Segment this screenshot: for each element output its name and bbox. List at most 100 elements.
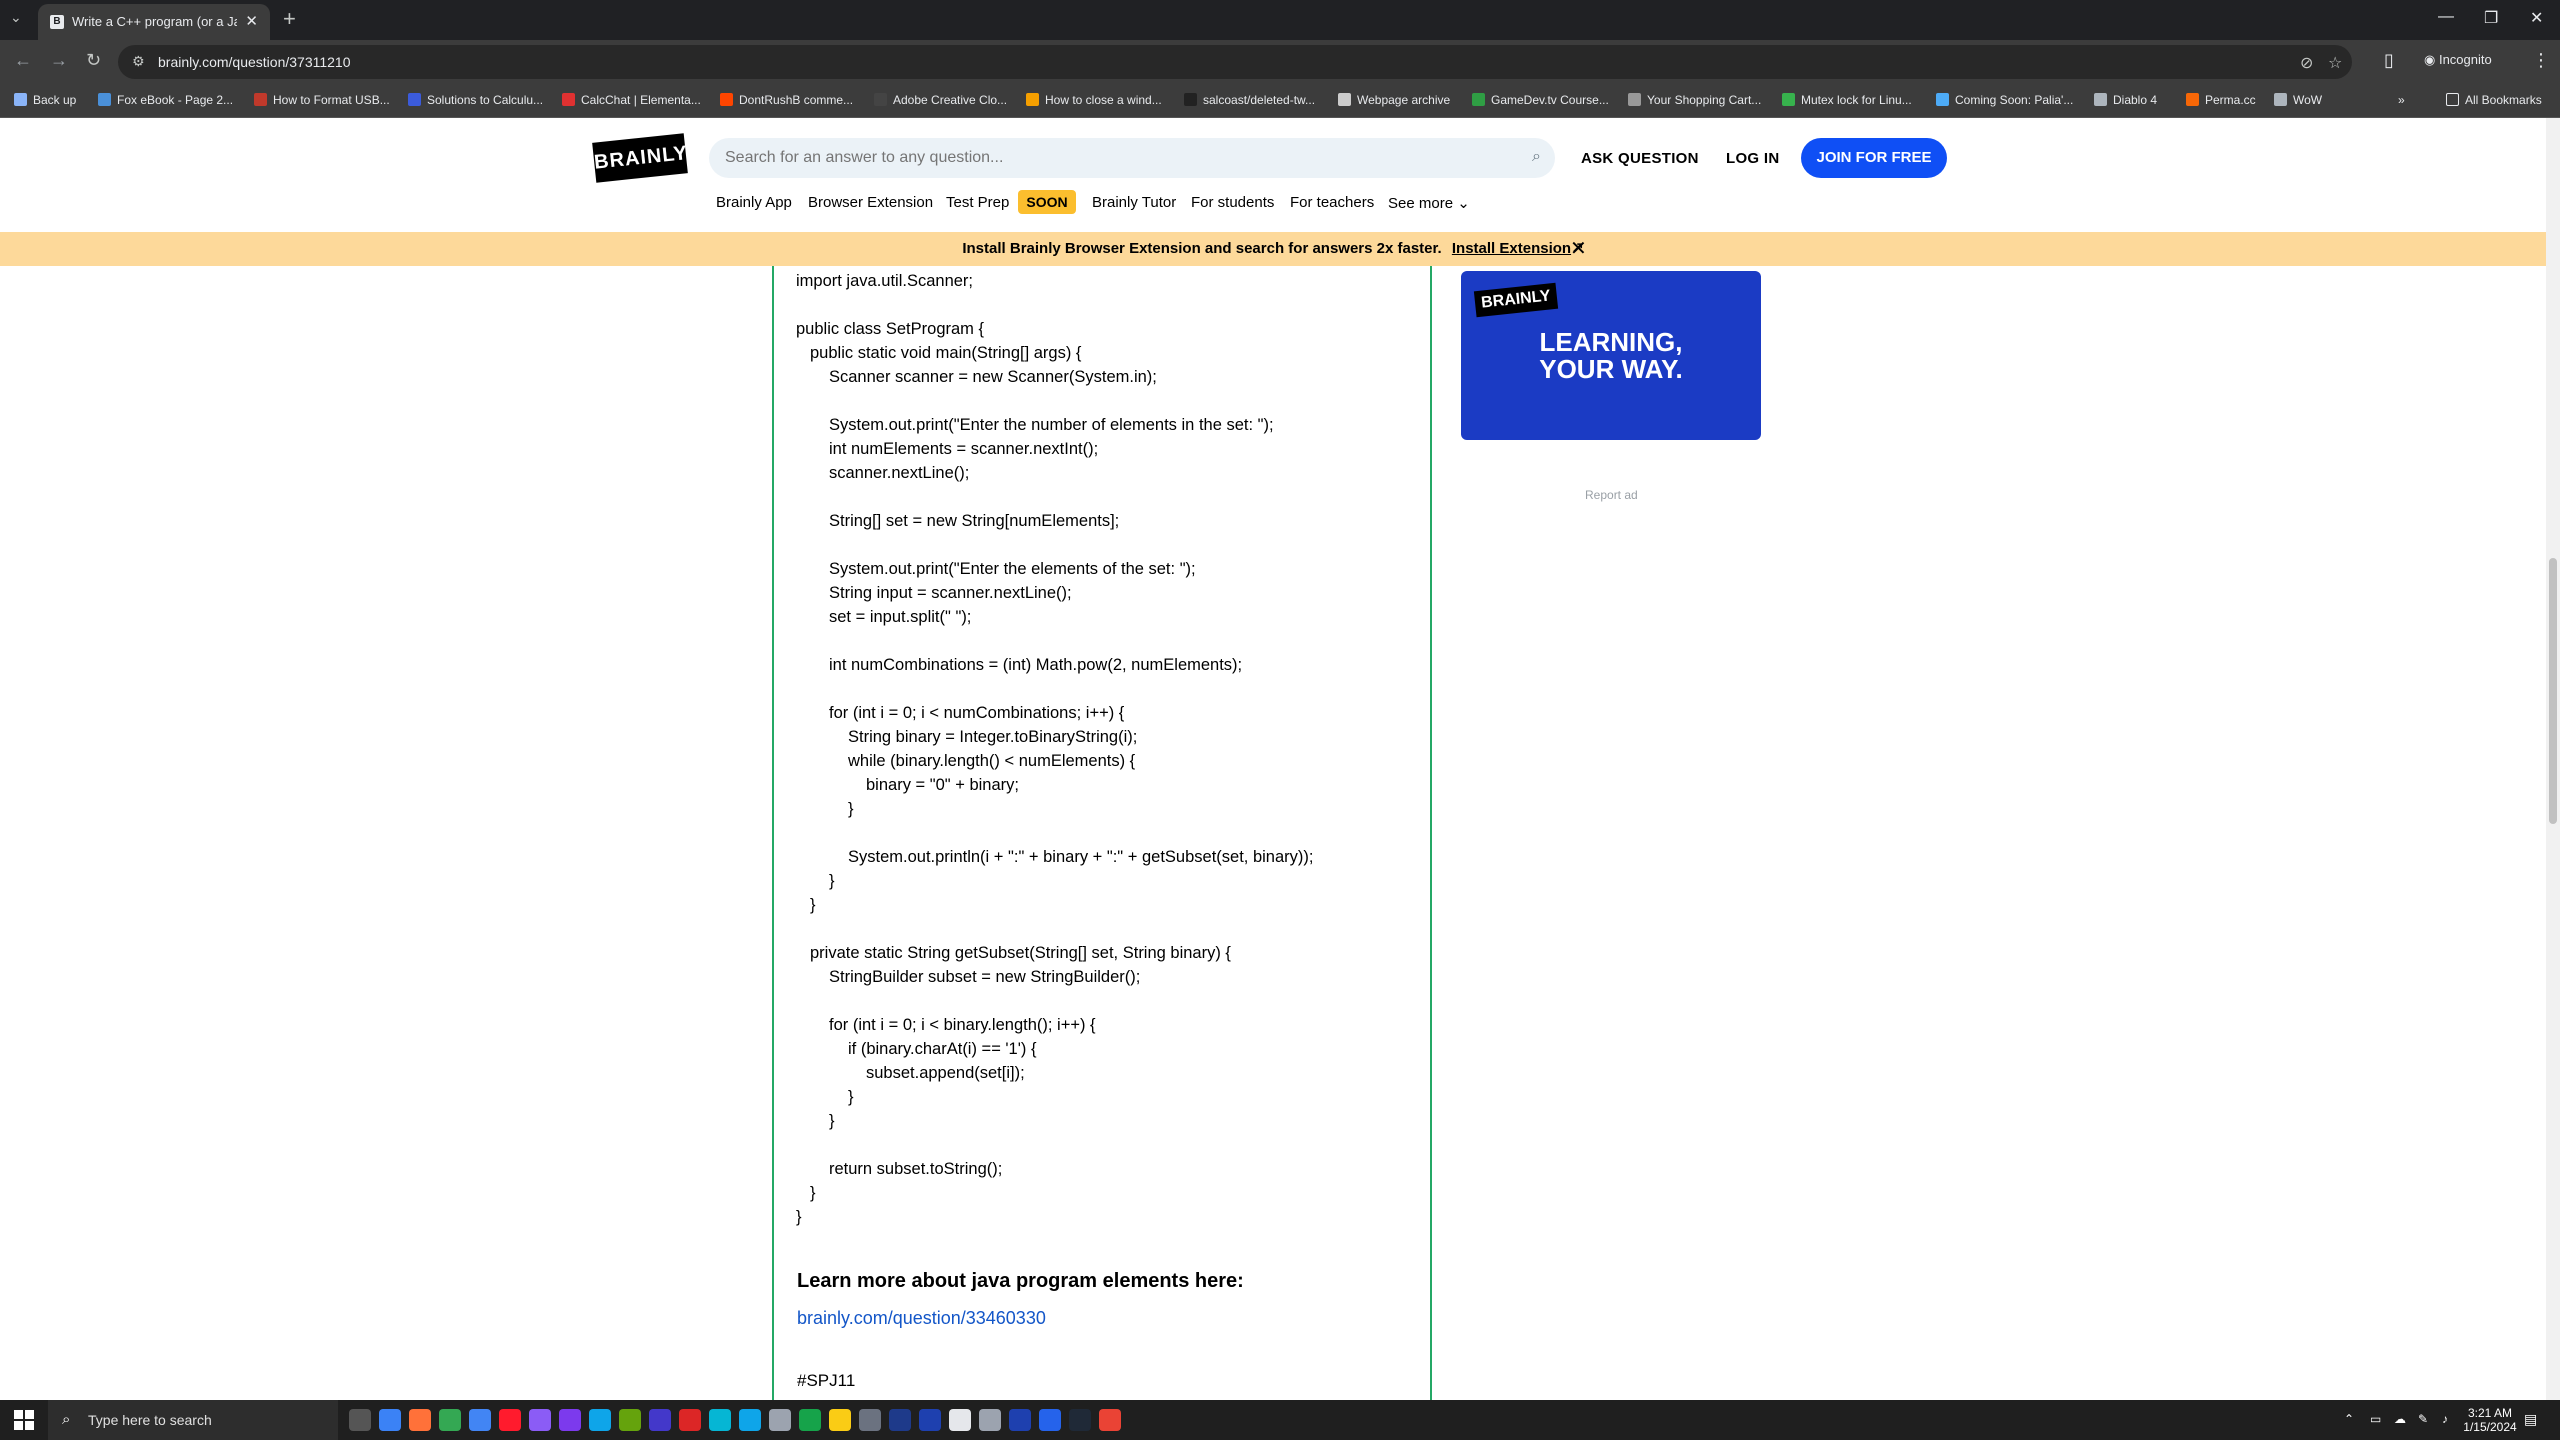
- ask-question-button[interactable]: ASK QUESTION: [1581, 150, 1699, 167]
- task-view-icon[interactable]: [349, 1409, 371, 1431]
- subnav-brainly-app[interactable]: Brainly App: [716, 194, 792, 211]
- side-panel-icon[interactable]: ▯: [2384, 50, 2394, 71]
- menu-icon[interactable]: ⋮: [2532, 50, 2550, 71]
- forward-icon[interactable]: →: [50, 50, 68, 71]
- join-for-free-button[interactable]: JOIN FOR FREE: [1801, 138, 1947, 178]
- bookmark-item[interactable]: How to Format USB...: [254, 93, 390, 107]
- close-window-icon[interactable]: ✕: [2530, 8, 2543, 28]
- back-icon[interactable]: ←: [14, 50, 32, 71]
- tab-close-icon[interactable]: ✕: [245, 12, 258, 30]
- eye-off-icon[interactable]: ⊘: [2300, 53, 2313, 73]
- photoshop-icon[interactable]: [1009, 1409, 1031, 1431]
- search-icon[interactable]: ⌕: [1532, 148, 1541, 166]
- app-purple-icon[interactable]: [529, 1409, 551, 1431]
- scrollbar-thumb[interactable]: [2549, 558, 2557, 824]
- edge-pdf-icon[interactable]: [379, 1409, 401, 1431]
- bookmark-item[interactable]: Webpage archive: [1338, 93, 1450, 107]
- app-navy-icon[interactable]: [889, 1409, 911, 1431]
- chrome-icon[interactable]: [439, 1409, 461, 1431]
- page-scrollbar[interactable]: [2546, 118, 2560, 1400]
- network-icon[interactable]: ▭: [2370, 1412, 2381, 1426]
- app-multi-icon[interactable]: [1039, 1409, 1061, 1431]
- learn-more-link[interactable]: brainly.com/question/33460330: [797, 1308, 1046, 1329]
- bookmark-item[interactable]: How to close a wind...: [1026, 93, 1162, 107]
- onedrive-icon[interactable]: ☁: [2394, 1412, 2406, 1426]
- edge-icon[interactable]: [739, 1409, 761, 1431]
- clock-date: 1/15/2024: [2463, 1420, 2517, 1434]
- bookmark-favicon-icon: [874, 93, 887, 106]
- pen-icon[interactable]: ✎: [2418, 1412, 2428, 1426]
- app-blue-icon[interactable]: [649, 1409, 671, 1431]
- bookmark-label: Your Shopping Cart...: [1647, 93, 1762, 107]
- firefox-icon[interactable]: [409, 1409, 431, 1431]
- app-white-icon[interactable]: [949, 1409, 971, 1431]
- subnav-for-teachers[interactable]: For teachers: [1290, 194, 1374, 211]
- bookmark-item[interactable]: Back up: [14, 93, 76, 107]
- bookmark-label: Back up: [33, 93, 77, 107]
- opera-icon[interactable]: [499, 1409, 521, 1431]
- subnav-browser-extension[interactable]: Browser Extension: [808, 194, 933, 211]
- notifications-icon[interactable]: ▤: [2524, 1412, 2537, 1426]
- bookmark-item[interactable]: Coming Soon: Palia'...: [1936, 93, 2073, 107]
- install-extension-link[interactable]: Install Extension: [1452, 240, 1571, 257]
- reload-icon[interactable]: ↻: [86, 50, 101, 71]
- subnav-brainly-tutor[interactable]: Brainly Tutor: [1092, 194, 1176, 211]
- bookmark-item[interactable]: GameDev.tv Course...: [1472, 93, 1609, 107]
- app-grey-icon[interactable]: [859, 1409, 881, 1431]
- ad-banner[interactable]: BRAINLY LEARNING, YOUR WAY.: [1461, 271, 1761, 440]
- app-navy2-icon[interactable]: [919, 1409, 941, 1431]
- bookmark-favicon-icon: [408, 93, 421, 106]
- settings-icon[interactable]: [979, 1409, 1001, 1431]
- address-bar[interactable]: ⚙ brainly.com/question/37311210 ⊘ ☆: [118, 45, 2352, 79]
- bookmark-star-icon[interactable]: ☆: [2328, 53, 2342, 73]
- incognito-indicator[interactable]: ◉ Incognito: [2424, 52, 2492, 68]
- steam-icon[interactable]: [1069, 1409, 1091, 1431]
- windows-start-icon[interactable]: [14, 1410, 34, 1430]
- app-red-icon[interactable]: [679, 1409, 701, 1431]
- tab-search-icon[interactable]: ⌄: [10, 9, 22, 26]
- bookmark-item[interactable]: Your Shopping Cart...: [1628, 93, 1761, 107]
- report-ad-link[interactable]: Report ad: [1585, 488, 1638, 502]
- bookmark-item[interactable]: Solutions to Calculu...: [408, 93, 543, 107]
- url-text[interactable]: brainly.com/question/37311210: [158, 54, 351, 70]
- bookmark-item[interactable]: salcoast/deleted-tw...: [1184, 93, 1315, 107]
- bookmark-item[interactable]: Fox eBook - Page 2...: [98, 93, 233, 107]
- visual-studio-icon[interactable]: [559, 1409, 581, 1431]
- app-green-icon[interactable]: [619, 1409, 641, 1431]
- search-input[interactable]: [725, 138, 1505, 178]
- subnav-test-prep[interactable]: Test Prep: [946, 194, 1009, 211]
- active-tab[interactable]: B Write a C++ program (or a Java ✕: [38, 4, 270, 40]
- brainly-logo[interactable]: BRAINLY: [592, 133, 689, 183]
- log-in-button[interactable]: LOG IN: [1726, 150, 1779, 167]
- chrome-alt-icon[interactable]: [469, 1409, 491, 1431]
- vscode-icon[interactable]: [589, 1409, 611, 1431]
- subnav-see-more[interactable]: See more ⌄: [1388, 194, 1470, 212]
- new-tab-icon[interactable]: +: [283, 8, 296, 30]
- tray-overflow-icon[interactable]: ⌃: [2344, 1412, 2354, 1426]
- taskbar-search[interactable]: ⌕ Type here to search: [48, 1400, 338, 1440]
- bookmark-item[interactable]: Perma.cc: [2186, 93, 2256, 107]
- bookmark-item[interactable]: CalcChat | Elementa...: [562, 93, 701, 107]
- bookmark-item[interactable]: Diablo 4: [2094, 93, 2157, 107]
- bookmarks-overflow-icon[interactable]: »: [2398, 93, 2405, 107]
- chrome-active-icon[interactable]: [1099, 1409, 1121, 1431]
- app-cyan-icon[interactable]: [709, 1409, 731, 1431]
- search-bar[interactable]: ⌕: [709, 138, 1555, 178]
- all-bookmarks[interactable]: All Bookmarks: [2446, 93, 2542, 107]
- restore-icon[interactable]: ❐: [2484, 8, 2498, 28]
- site-info-icon[interactable]: ⚙: [132, 53, 145, 70]
- bookmark-item[interactable]: WoW: [2274, 93, 2322, 107]
- volume-icon[interactable]: ♪: [2442, 1412, 2448, 1426]
- unity-icon[interactable]: [769, 1409, 791, 1431]
- clock[interactable]: 3:21 AM 1/15/2024: [2450, 1406, 2530, 1434]
- code-line: public class SetProgram {: [796, 320, 985, 338]
- file-explorer-icon[interactable]: [829, 1409, 851, 1431]
- excel-icon[interactable]: [799, 1409, 821, 1431]
- minimize-icon[interactable]: —: [2438, 8, 2454, 26]
- bookmark-item[interactable]: Mutex lock for Linu...: [1782, 93, 1912, 107]
- subnav-for-students[interactable]: For students: [1191, 194, 1274, 211]
- banner-close-icon[interactable]: ✕: [1570, 232, 1587, 266]
- bookmark-item[interactable]: Adobe Creative Clo...: [874, 93, 1007, 107]
- bookmark-item[interactable]: DontRushB comme...: [720, 93, 853, 107]
- incognito-icon: ◉: [2424, 52, 2439, 67]
